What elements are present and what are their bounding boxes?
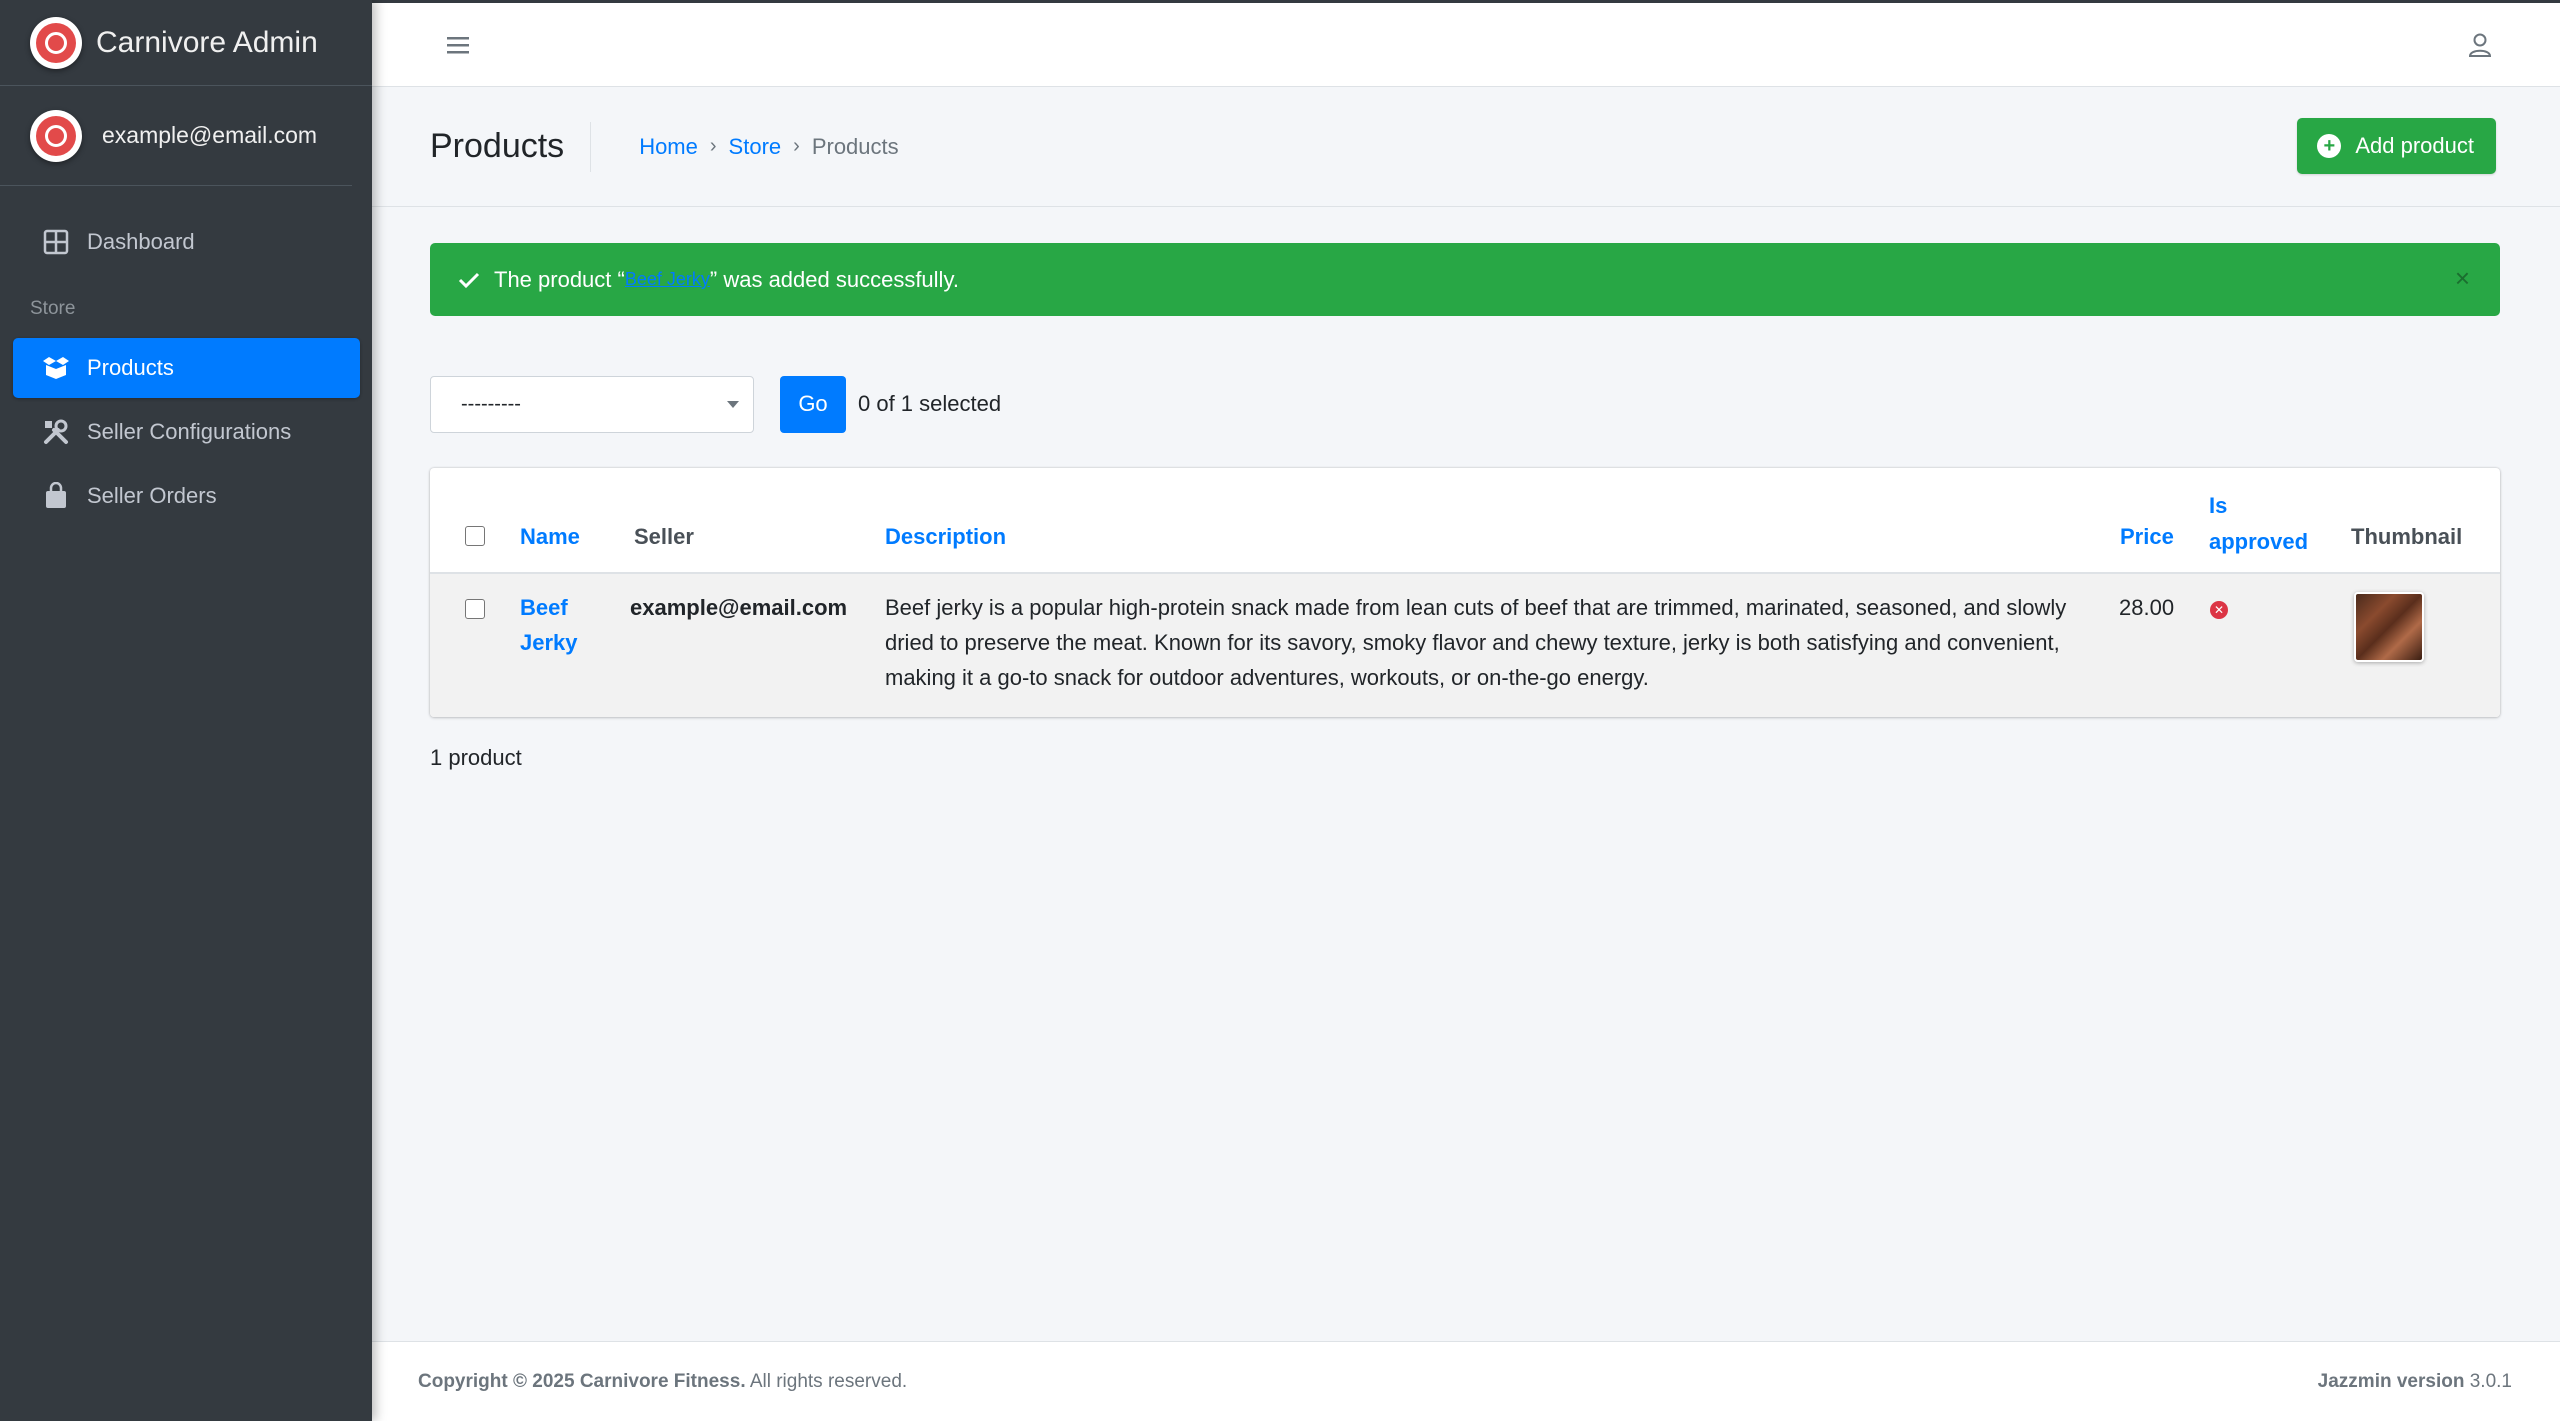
column-header-is-approved[interactable]: Is approved (2209, 488, 2319, 560)
page-title: Products (430, 121, 592, 172)
sidebar-nav: Dashboard Store Products Seller Configur… (0, 186, 372, 526)
sidebar-section-store: Store (30, 298, 76, 319)
product-price: 28.00 (2119, 595, 2175, 620)
go-button[interactable]: Go (780, 375, 846, 433)
sidebar-item-label: Seller Orders (87, 483, 217, 508)
results-table: Name Seller Description Price Is approve… (430, 468, 2500, 717)
alert-prefix: The product “ (494, 266, 625, 292)
brand-logo (30, 16, 82, 69)
sidebar-item-seller-orders[interactable]: Seller Orders (13, 466, 360, 526)
success-alert: The product “Beef Jerky” was added succe… (430, 243, 2500, 316)
shopping-bag-icon (41, 481, 71, 511)
close-icon[interactable]: × (2455, 265, 2470, 291)
user-menu-icon[interactable] (2460, 25, 2500, 65)
sidebar-item-label: Dashboard (87, 229, 195, 254)
breadcrumb-home[interactable]: Home (639, 134, 698, 160)
breadcrumb-separator: › (709, 135, 717, 157)
plus-circle-icon: + (2317, 134, 2342, 158)
product-thumbnail[interactable] (2354, 592, 2424, 662)
not-approved-icon: ✕ (2210, 601, 2228, 619)
alert-suffix: ” was added successfully. (709, 266, 959, 292)
footer-version: Jazzmin version 3.0.1 (2317, 1370, 2512, 1392)
sidebar-item-label: Seller Configurations (87, 419, 292, 444)
product-seller: example@email.com (630, 595, 848, 620)
product-description: Beef jerky is a popular high-protein sna… (885, 595, 2067, 690)
column-header-seller: Seller (634, 524, 694, 549)
sidebar-item-products[interactable]: Products (13, 338, 360, 398)
box-icon (41, 353, 71, 383)
column-header-thumbnail: Thumbnail (2351, 524, 2463, 549)
footer-copyright: Copyright © 2025 Carnivore Fitness. All … (418, 1370, 908, 1392)
selection-counter: 0 of 1 selected (858, 391, 1002, 416)
user-panel[interactable]: example@email.com (0, 86, 352, 186)
footer: Copyright © 2025 Carnivore Fitness. All … (372, 1341, 2560, 1421)
add-product-button[interactable]: + Add product (2297, 118, 2496, 174)
hamburger-menu-icon[interactable] (438, 25, 478, 65)
user-avatar (30, 109, 82, 162)
chevron-down-icon (727, 400, 739, 408)
top-navbar (372, 0, 2560, 87)
action-select-value: --------- (461, 392, 521, 415)
user-email: example@email.com (102, 122, 318, 148)
row-checkbox[interactable] (465, 599, 485, 619)
table-row: Beef Jerky example@email.com Beef jerky … (430, 574, 2500, 717)
breadcrumb-current: Products (811, 133, 899, 159)
brand-title: Carnivore Admin (96, 25, 318, 59)
result-count: 1 product (430, 745, 522, 770)
select-all-checkbox[interactable] (465, 526, 485, 546)
add-product-label: Add product (2355, 133, 2474, 158)
sidebar: Carnivore Admin example@email.com Dashbo… (0, 0, 372, 1421)
breadcrumb-separator: › (793, 135, 800, 157)
content-header: Products Home › Store › Products + Add p… (372, 87, 2560, 207)
column-header-description[interactable]: Description (885, 524, 1006, 550)
product-name-link[interactable]: Beef Jerky (520, 590, 600, 660)
brand-link[interactable]: Carnivore Admin (0, 0, 372, 86)
check-icon (458, 271, 480, 289)
sidebar-item-dashboard[interactable]: Dashboard (13, 212, 360, 272)
table-header: Name Seller Description Price Is approve… (430, 468, 2500, 574)
column-header-name[interactable]: Name (520, 524, 580, 550)
tools-icon (41, 417, 71, 447)
action-select[interactable]: --------- (430, 375, 754, 433)
bulk-actions: --------- Go 0 of 1 selected (430, 375, 1001, 433)
sidebar-item-label: Products (87, 355, 174, 380)
column-header-price[interactable]: Price (2120, 524, 2174, 550)
alert-product-link[interactable]: Beef Jerky (625, 269, 710, 290)
dashboard-icon (41, 227, 71, 257)
breadcrumb-store[interactable]: Store (729, 134, 782, 160)
sidebar-item-seller-configurations[interactable]: Seller Configurations (13, 402, 360, 462)
breadcrumb: Home › Store › Products (639, 134, 898, 160)
